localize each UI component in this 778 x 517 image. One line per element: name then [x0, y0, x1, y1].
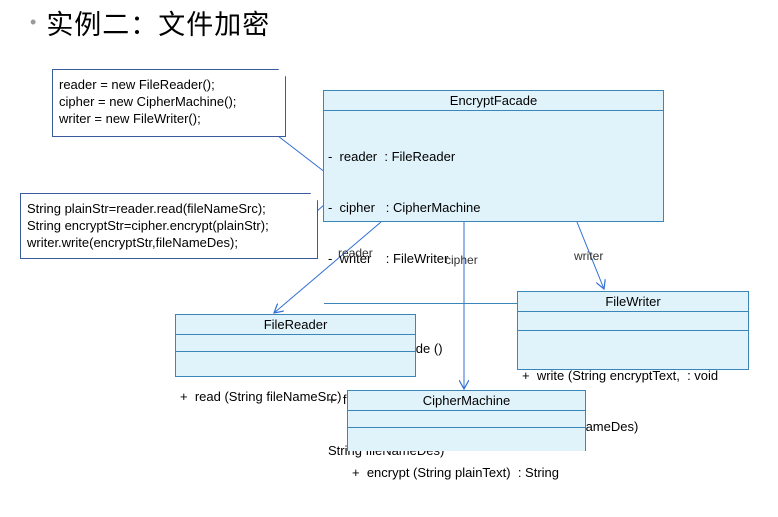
association-label-cipher: cipher [445, 253, 478, 267]
class-attributes: - reader : FileReader - cipher : CipherM… [324, 111, 663, 304]
cipher-machine-class: CipherMachine + encrypt (String plainTex… [347, 390, 586, 480]
class-name: FileWriter [518, 292, 748, 312]
note-fold-corner [310, 193, 318, 201]
class-name: CipherMachine [348, 391, 585, 411]
file-writer-class: FileWriter + write (String encryptText, … [517, 291, 749, 434]
note-line: cipher = new CipherMachine(); [59, 94, 237, 109]
note-line: String plainStr=reader.read(fileNameSrc)… [27, 201, 266, 216]
operation-row: + write (String encryptText, : void [522, 368, 719, 383]
class-attributes [518, 312, 748, 331]
note-line: writer = new FileWriter(); [59, 111, 201, 126]
class-attributes [348, 411, 585, 428]
class-attributes [176, 335, 415, 352]
class-operations: + encrypt (String plainText) : String [348, 428, 585, 517]
class-name: EncryptFacade [324, 91, 663, 111]
note-line: String encryptStr=cipher.encrypt(plainSt… [27, 218, 269, 233]
class-name: FileReader [176, 315, 415, 335]
note-line: writer.write(encryptStr,fileNameDes); [27, 235, 238, 250]
constructor-note: reader = new FileReader(); cipher = new … [52, 69, 286, 137]
note-line: reader = new FileReader(); [59, 77, 215, 92]
file-reader-class: FileReader + read (String fileNameSrc) :… [175, 314, 416, 404]
attribute-row: - writer : FileWriter [328, 251, 449, 266]
association-label-writer: writer [574, 249, 604, 263]
attribute-row: - reader : FileReader [328, 149, 456, 164]
note-fold-corner [278, 69, 286, 77]
encrypt-facade-class: EncryptFacade - reader : FileReader - ci… [323, 90, 664, 458]
attribute-row: - cipher : CipherMachine [328, 200, 481, 215]
operation-row: + encrypt (String plainText) : String [352, 465, 560, 480]
association-label-reader: reader [338, 246, 373, 260]
method-note: String plainStr=reader.read(fileNameSrc)… [20, 193, 318, 259]
